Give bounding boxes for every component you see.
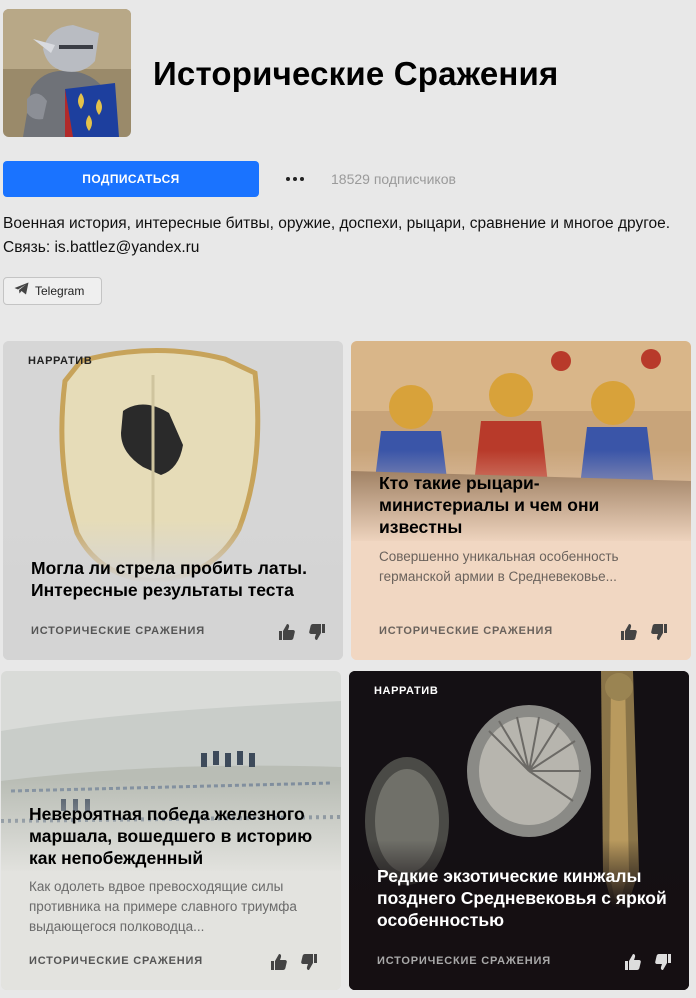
subscribe-button[interactable]: ПОДПИСАТЬСЯ bbox=[3, 161, 259, 197]
channel-actions: ПОДПИСАТЬСЯ 18529 подписчиков bbox=[3, 161, 693, 197]
article-card[interactable]: НАРРАТИВ Редкие экзотические кинжалы поз… bbox=[349, 671, 689, 990]
card-reactions bbox=[277, 622, 327, 642]
card-snippet: Совершенно уникальная особенность герман… bbox=[379, 549, 619, 584]
card-reactions bbox=[269, 952, 319, 972]
card-reactions bbox=[619, 622, 669, 642]
page-title: Исторические Сражения bbox=[153, 55, 559, 92]
telegram-label: Telegram bbox=[35, 284, 85, 298]
subscribers-count: 18529 подписчиков bbox=[331, 171, 456, 187]
article-card[interactable]: НАРРАТИВ Могла ли стрела пробить латы. И… bbox=[3, 341, 343, 660]
card-source: ИСТОРИЧЕСКИЕ СРАЖЕНИЯ bbox=[377, 955, 551, 967]
more-dots-icon[interactable] bbox=[283, 169, 307, 189]
thumbs-up-icon[interactable] bbox=[269, 952, 289, 972]
channel-description: Военная история, интересные битвы, оружи… bbox=[3, 215, 671, 256]
card-snippet: Как одолеть вдвое превосходящие силы про… bbox=[29, 879, 297, 934]
card-source: ИСТОРИЧЕСКИЕ СРАЖЕНИЯ bbox=[29, 955, 203, 967]
card-source: ИСТОРИЧЕСКИЕ СРАЖЕНИЯ bbox=[31, 625, 205, 637]
thumbs-up-icon[interactable] bbox=[619, 622, 639, 642]
channel-header: Исторические Сражения bbox=[3, 9, 693, 139]
thumbs-down-icon[interactable] bbox=[649, 622, 669, 642]
card-title: Могла ли стрела пробить латы. Интересные… bbox=[31, 558, 307, 600]
thumbs-down-icon[interactable] bbox=[299, 952, 319, 972]
knight-avatar-icon[interactable] bbox=[3, 9, 131, 137]
telegram-plane-icon bbox=[14, 282, 29, 300]
telegram-link-button[interactable]: Telegram bbox=[3, 277, 102, 305]
narrative-badge: НАРРАТИВ bbox=[374, 685, 439, 697]
article-card[interactable]: Невероятная победа железного маршала, во… bbox=[1, 671, 341, 990]
card-title: Редкие экзотические кинжалы позднего Сре… bbox=[377, 866, 667, 930]
card-title: Невероятная победа железного маршала, во… bbox=[29, 804, 313, 868]
card-source: ИСТОРИЧЕСКИЕ СРАЖЕНИЯ bbox=[379, 625, 553, 637]
article-card[interactable]: Кто такие рыцари-министериалы и чем они … bbox=[351, 341, 691, 660]
thumbs-up-icon[interactable] bbox=[623, 952, 643, 972]
thumbs-up-icon[interactable] bbox=[277, 622, 297, 642]
narrative-badge: НАРРАТИВ bbox=[28, 355, 93, 367]
thumbs-down-icon[interactable] bbox=[653, 952, 673, 972]
thumbs-down-icon[interactable] bbox=[307, 622, 327, 642]
card-title: Кто такие рыцари-министериалы и чем они … bbox=[379, 473, 600, 537]
card-reactions bbox=[623, 952, 673, 972]
